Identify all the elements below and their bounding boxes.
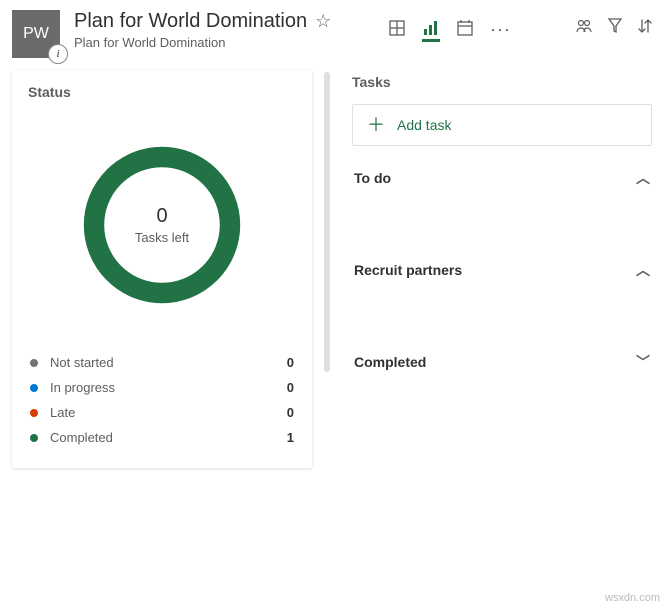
dot-icon (30, 409, 38, 417)
bucket-completed[interactable]: Completed ﹀ (352, 330, 652, 394)
board-view-icon[interactable] (388, 16, 406, 42)
toolbar-right (576, 18, 652, 39)
legend-label: Not started (50, 355, 114, 370)
bucket-label: Recruit partners (354, 262, 462, 278)
tasks-pane-title: Tasks (352, 74, 652, 90)
plan-title: Plan for World Domination (74, 10, 307, 33)
legend-label: Completed (50, 430, 113, 445)
dot-icon (30, 434, 38, 442)
title-block: Plan for World Domination ☆ Plan for Wor… (74, 10, 331, 50)
legend-row-late: Late 0 (28, 400, 296, 425)
legend-label: In progress (50, 380, 115, 395)
legend-value: 0 (287, 380, 294, 395)
schedule-view-icon[interactable] (456, 16, 474, 42)
pane-divider[interactable] (324, 72, 330, 372)
sort-icon[interactable] (638, 18, 652, 39)
chevron-up-icon: ︿ (636, 260, 650, 280)
legend-row-not-started: Not started 0 (28, 350, 296, 375)
add-task-button[interactable]: ＋ Add task (352, 104, 652, 146)
status-card: Status 0 Tasks left Not started 0 In pro… (12, 70, 312, 468)
plan-tile: PW i (12, 10, 60, 58)
members-icon[interactable] (576, 18, 592, 39)
charts-view-icon[interactable] (422, 16, 440, 42)
more-menu-icon[interactable]: ··· (490, 19, 511, 40)
bucket-to-do[interactable]: To do ︿ (352, 146, 652, 210)
status-legend: Not started 0 In progress 0 Late 0 Compl… (28, 350, 296, 450)
status-card-title: Status (28, 84, 296, 100)
bucket-label: Completed (354, 354, 426, 370)
status-donut-chart: 0 Tasks left (77, 140, 247, 310)
legend-label: Late (50, 405, 75, 420)
tasks-left-label: Tasks left (135, 230, 189, 245)
favorite-star-icon[interactable]: ☆ (315, 11, 331, 32)
legend-row-in-progress: In progress 0 (28, 375, 296, 400)
info-icon[interactable]: i (48, 44, 68, 64)
filter-icon[interactable] (608, 18, 622, 39)
legend-value: 0 (287, 405, 294, 420)
bucket-recruit-partners[interactable]: Recruit partners ︿ (352, 238, 652, 302)
dot-icon (30, 359, 38, 367)
view-switcher: ··· (388, 16, 511, 42)
chevron-up-icon: ︿ (636, 168, 650, 188)
tasks-pane: Tasks ＋ Add task To do ︿ Recruit partner… (342, 70, 662, 468)
plan-initials: PW (23, 25, 49, 43)
legend-row-completed: Completed 1 (28, 425, 296, 450)
tasks-left-count: 0 (156, 205, 167, 228)
plus-icon: ＋ (367, 118, 385, 132)
header: PW i Plan for World Domination ☆ Plan fo… (0, 0, 670, 58)
dot-icon (30, 384, 38, 392)
plan-subtitle: Plan for World Domination (74, 35, 331, 50)
legend-value: 0 (287, 355, 294, 370)
add-task-label: Add task (397, 117, 451, 133)
chevron-down-icon: ﹀ (636, 352, 650, 372)
watermark: wsxdn.com (605, 592, 660, 604)
legend-value: 1 (287, 430, 294, 445)
bucket-label: To do (354, 170, 391, 186)
